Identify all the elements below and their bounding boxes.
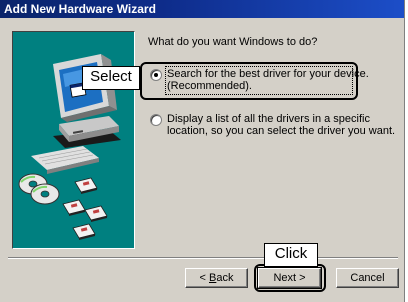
- back-button[interactable]: < Back: [185, 268, 248, 288]
- radio-button-list[interactable]: [150, 114, 162, 126]
- wizard-window: Add New Hardware Wizard What do you want…: [0, 0, 405, 302]
- button-separator: [8, 257, 398, 259]
- option-list-line1: Display a list of all the drivers in a s…: [167, 113, 370, 125]
- wizard-illustration: [12, 31, 135, 249]
- wizard-prompt: What do you want Windows to do?: [148, 36, 318, 48]
- computer-with-disks-icon: [18, 54, 121, 240]
- select-callout: Select: [82, 66, 140, 90]
- option-list-label[interactable]: Display a list of all the drivers in a s…: [167, 113, 397, 137]
- back-button-rest: ack: [216, 272, 234, 284]
- title-bar[interactable]: Add New Hardware Wizard: [0, 0, 404, 18]
- back-button-prefix: <: [199, 272, 209, 284]
- click-callout: Click: [264, 243, 318, 267]
- window-title: Add New Hardware Wizard: [4, 2, 156, 16]
- option-list-line2: location, so you can select the driver y…: [167, 125, 396, 137]
- next-button[interactable]: Next >: [257, 267, 322, 289]
- back-button-label: < Back: [200, 269, 234, 287]
- cancel-button[interactable]: Cancel: [336, 268, 399, 288]
- select-highlight-frame: [140, 62, 358, 100]
